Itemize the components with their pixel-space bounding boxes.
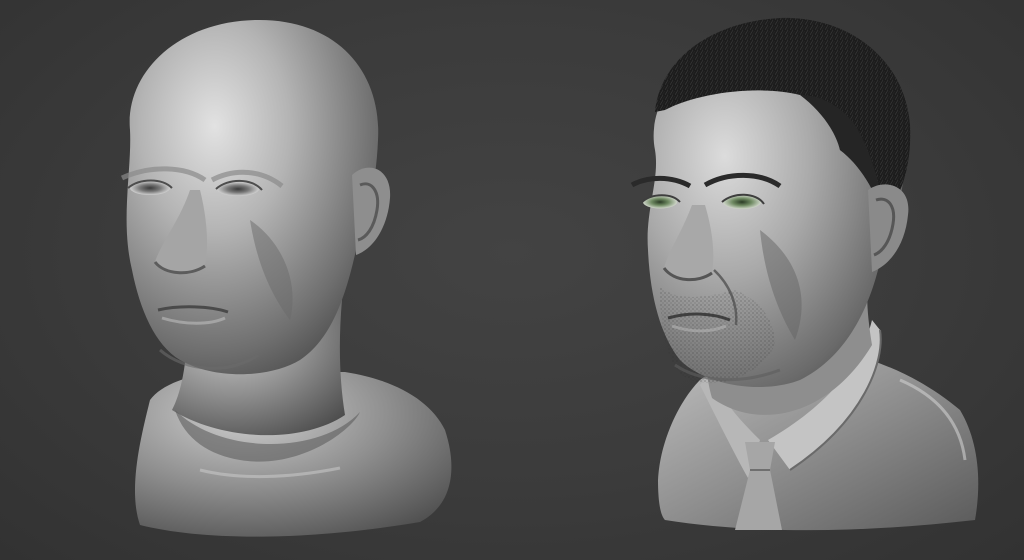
sculpt-bust-detailed bbox=[630, 17, 979, 531]
bust-ear bbox=[352, 167, 391, 255]
render-viewport bbox=[0, 0, 1024, 560]
ear-detailed bbox=[868, 184, 909, 272]
sculpt-bust-bald bbox=[120, 19, 452, 537]
